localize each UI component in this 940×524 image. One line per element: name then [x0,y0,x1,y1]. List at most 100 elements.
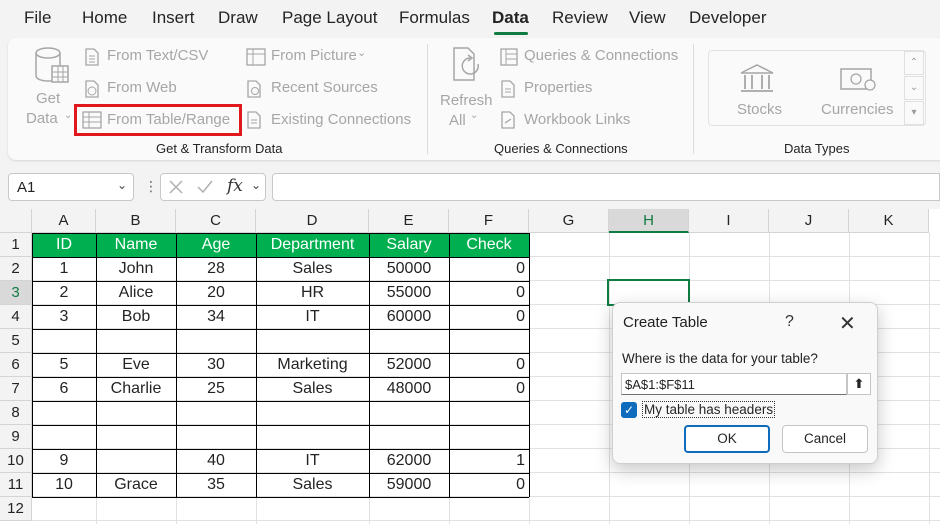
column-header-h[interactable]: H [609,209,689,233]
menu-draw[interactable]: Draw [218,8,258,28]
column-header-i[interactable]: I [689,209,769,233]
name-box[interactable]: A1 ⌄ [8,173,134,201]
table-cell[interactable] [32,329,96,353]
collapse-dialog-icon[interactable]: ⬆ [847,373,871,395]
table-cell[interactable] [32,401,96,425]
column-header-k[interactable]: K [849,209,929,233]
table-cell[interactable]: 55000 [369,281,449,305]
gallery-scroll-down[interactable]: ⌄ [904,76,924,100]
table-cell[interactable]: 9 [32,449,96,473]
table-cell[interactable]: 60000 [369,305,449,329]
table-cell[interactable] [369,425,449,449]
table-cell[interactable]: Eve [96,353,176,377]
table-cell[interactable]: 0 [449,281,529,305]
column-header-e[interactable]: E [369,209,449,233]
table-cell[interactable]: 52000 [369,353,449,377]
menu-formulas[interactable]: Formulas [399,8,470,28]
row-header-6[interactable]: 6 [0,353,32,377]
gallery-scroll-up[interactable]: ⌃ [904,51,924,75]
table-cell[interactable]: 48000 [369,377,449,401]
table-cell[interactable]: Bob [96,305,176,329]
table-cell[interactable] [176,425,256,449]
table-cell[interactable]: 25 [176,377,256,401]
table-cell[interactable] [369,329,449,353]
cancel-button[interactable]: Cancel [782,425,868,453]
table-cell[interactable]: Charlie [96,377,176,401]
table-cell[interactable]: 0 [449,473,529,497]
menu-page-layout[interactable]: Page Layout [282,8,377,28]
table-cell[interactable]: Sales [256,377,369,401]
enter-check-icon[interactable] [197,180,213,194]
row-header-9[interactable]: 9 [0,425,32,449]
header-cell-f[interactable]: Check [449,233,529,257]
table-cell[interactable]: 6 [32,377,96,401]
table-cell[interactable]: IT [256,449,369,473]
table-cell[interactable] [256,401,369,425]
row-header-10[interactable]: 10 [0,449,32,473]
table-cell[interactable] [96,449,176,473]
table-cell[interactable] [96,329,176,353]
table-cell[interactable]: 40 [176,449,256,473]
table-cell[interactable] [449,425,529,449]
table-cell[interactable]: 28 [176,257,256,281]
table-cell[interactable]: 3 [32,305,96,329]
help-button[interactable]: ? [785,313,794,331]
table-cell[interactable]: Grace [96,473,176,497]
row-header-12[interactable]: 12 [0,497,32,521]
table-cell[interactable] [256,329,369,353]
table-cell[interactable]: 0 [449,305,529,329]
chevron-down-icon[interactable]: ⌄ [117,178,127,192]
table-cell[interactable]: 10 [32,473,96,497]
row-header-5[interactable]: 5 [0,329,32,353]
table-cell[interactable] [256,425,369,449]
more-icon[interactable]: ⋮ [144,178,158,195]
headers-checkbox-label[interactable]: My table has headers [642,401,776,418]
column-header-f[interactable]: F [449,209,529,233]
table-cell[interactable] [176,329,256,353]
ok-button[interactable]: OK [684,425,770,453]
table-cell[interactable] [449,329,529,353]
header-cell-d[interactable]: Department [256,233,369,257]
row-header-8[interactable]: 8 [0,401,32,425]
table-cell[interactable]: 59000 [369,473,449,497]
table-cell[interactable]: 62000 [369,449,449,473]
range-input[interactable]: $A$1:$F$11 [621,373,847,395]
menu-review[interactable]: Review [552,8,608,28]
header-cell-b[interactable]: Name [96,233,176,257]
table-cell[interactable]: 35 [176,473,256,497]
table-cell[interactable] [96,425,176,449]
header-cell-a[interactable]: ID [32,233,96,257]
menu-view[interactable]: View [629,8,666,28]
header-cell-c[interactable]: Age [176,233,256,257]
table-cell[interactable]: 34 [176,305,256,329]
column-header-g[interactable]: G [529,209,609,233]
menu-home[interactable]: Home [82,8,127,28]
table-cell[interactable]: HR [256,281,369,305]
column-header-d[interactable]: D [256,209,369,233]
table-cell[interactable]: 0 [449,257,529,281]
table-cell[interactable]: John [96,257,176,281]
row-header-1[interactable]: 1 [0,233,32,257]
column-header-a[interactable]: A [32,209,96,233]
menu-file[interactable]: File [24,8,51,28]
menu-insert[interactable]: Insert [152,8,195,28]
header-cell-e[interactable]: Salary [369,233,449,257]
table-cell[interactable]: IT [256,305,369,329]
insert-function-icon[interactable]: fx [227,176,243,196]
headers-checkbox[interactable]: ✓ [621,402,637,418]
row-header-7[interactable]: 7 [0,377,32,401]
row-header-11[interactable]: 11 [0,473,32,497]
table-cell[interactable]: 50000 [369,257,449,281]
menu-data[interactable]: Data [492,8,529,28]
table-cell[interactable]: Sales [256,473,369,497]
cancel-icon[interactable] [169,180,183,194]
column-header-b[interactable]: B [96,209,176,233]
table-cell[interactable]: Alice [96,281,176,305]
column-header-c[interactable]: C [176,209,256,233]
chevron-down-icon[interactable]: ⌄ [251,178,261,192]
table-cell[interactable] [369,401,449,425]
gallery-more[interactable]: ▾ [904,101,924,125]
table-cell[interactable] [176,401,256,425]
table-cell[interactable]: 0 [449,377,529,401]
column-header-j[interactable]: J [769,209,849,233]
